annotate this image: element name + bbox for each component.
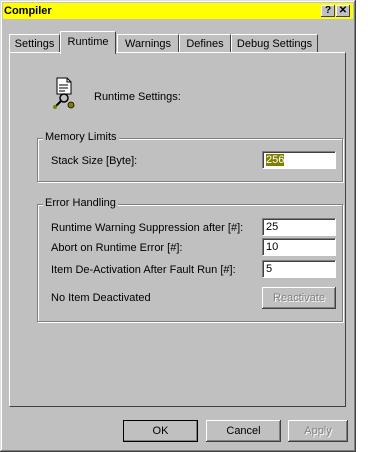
stack-size-field[interactable]: 256 [262,151,336,169]
close-button[interactable]: ✕ [336,5,350,17]
item-deactivation-field[interactable]: 5 [262,260,336,278]
close-icon: ✕ [338,5,348,16]
tab-defines[interactable]: Defines [179,34,231,53]
abort-on-error-value: 10 [266,241,279,253]
deactivation-status-text: No Item Deactivated [51,292,151,304]
abort-on-error-field[interactable]: 10 [262,238,336,256]
ok-button[interactable]: OK [123,420,198,442]
abort-on-error-label: Abort on Runtime Error [#]: [51,242,183,254]
tab-warnings[interactable]: Warnings [117,34,179,53]
item-deactivation-label: Item De-Activation After Fault Run [#]: [51,264,236,276]
compiler-dialog: Compiler ? ✕ Settings Runtime Warnings D… [0,0,356,452]
cancel-button[interactable]: Cancel [206,420,281,442]
error-handling-title: Error Handling [43,197,118,209]
window-title: Compiler [4,5,52,17]
memory-limits-title: Memory Limits [43,131,119,143]
tab-runtime[interactable]: Runtime [60,31,116,54]
warning-suppression-value: 25 [266,221,279,233]
tab-debug-settings[interactable]: Debug Settings [231,34,318,53]
tab-settings[interactable]: Settings [9,34,60,53]
warning-suppression-field[interactable]: 25 [262,218,336,236]
item-deactivation-value: 5 [266,263,273,275]
runtime-settings-icon [53,77,75,109]
help-button[interactable]: ? [321,5,335,17]
apply-button[interactable]: Apply [288,420,348,442]
stack-size-value: 256 [266,154,285,166]
reactivate-button[interactable]: Reactivate [262,287,336,309]
runtime-settings-heading: Runtime Settings: [94,91,181,103]
help-icon: ? [324,5,332,16]
warning-suppression-label: Runtime Warning Suppression after [#]: [51,222,244,234]
stack-size-label: Stack Size [Byte]: [51,155,138,167]
title-bar[interactable]: Compiler ? ✕ [3,3,353,19]
